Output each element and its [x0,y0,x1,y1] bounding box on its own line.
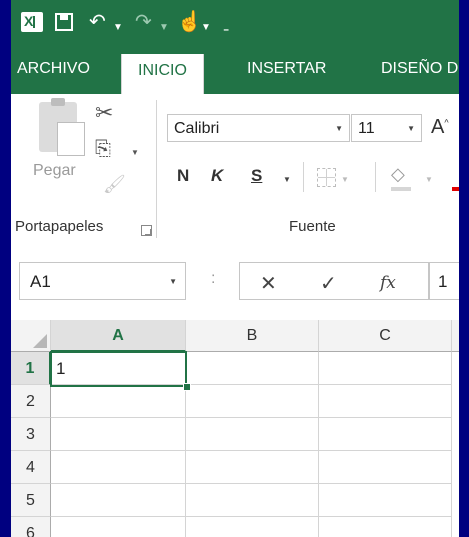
row-header-2[interactable]: 2 [11,385,51,418]
column-header-b[interactable]: B [186,320,319,352]
tab-insertar[interactable]: INSERTAR [247,60,326,78]
touch-dropdown-icon[interactable]: ▼ [201,18,211,38]
italic-button[interactable]: K [211,166,223,186]
chevron-down-icon: ▼ [407,124,415,133]
cell-c1[interactable] [319,352,452,385]
row-header-6[interactable]: 6 [11,517,51,537]
formula-bar-handle-icon[interactable]: : [211,270,215,288]
cell-b6[interactable] [186,517,319,537]
row-header-3[interactable]: 3 [11,418,51,451]
ribbon-separator [303,162,304,192]
fill-color-bar [391,187,411,191]
redo-icon[interactable]: ↷ [135,12,152,32]
formula-buttons: ✕ ✓ fx [239,262,429,300]
group-label-clipboard: Portapapeles [15,218,104,235]
formula-input[interactable]: 1 [429,262,459,300]
fill-handle[interactable] [183,383,191,391]
cell-a4[interactable] [51,451,186,484]
active-cell-border [50,351,187,387]
row-header-5[interactable]: 5 [11,484,51,517]
cell-b1[interactable] [186,352,319,385]
cancel-icon[interactable]: ✕ [260,271,277,296]
formula-input-value: 1 [438,272,448,291]
cell-c5[interactable] [319,484,452,517]
chevron-down-icon: ▼ [335,124,343,133]
enter-icon[interactable]: ✓ [320,271,337,296]
ribbon-tabs: ARCHIVO INICIO INSERTAR DISEÑO D [11,50,459,96]
cell-b3[interactable] [186,418,319,451]
paste-document-icon [57,122,85,156]
underline-dropdown-icon[interactable]: ▼ [283,175,291,184]
font-name-select[interactable]: Calibri ▼ [167,114,350,142]
borders-icon[interactable] [317,168,336,187]
column-header-c[interactable]: C [319,320,452,352]
select-all-button[interactable] [11,320,51,352]
ribbon-separator [375,162,376,192]
cell-c6[interactable] [319,517,452,537]
cut-icon[interactable]: ✂ [95,100,113,126]
tab-diseno[interactable]: DISEÑO D [381,60,458,78]
font-size-value: 11 [358,120,375,137]
font-color-icon[interactable] [452,187,459,191]
cell-c4[interactable] [319,451,452,484]
undo-icon[interactable]: ↶ [89,12,106,32]
tab-inicio[interactable]: INICIO [121,54,204,96]
bold-button[interactable]: N [177,166,189,186]
excel-window: X ↶ ▼ ↷ ▼ ☝ ▼ ₌ ARCHIVO INICIO INSERTAR … [11,0,459,537]
cell-b5[interactable] [186,484,319,517]
row-header-1[interactable]: 1 [11,352,51,385]
quick-access-toolbar: X ↶ ▼ ↷ ▼ ☝ ▼ ₌ [11,0,459,50]
dialog-launcher-icon[interactable] [141,225,152,236]
formula-bar: A1 ▼ : ✕ ✓ fx 1 [11,244,459,320]
paste-label: Pegar [33,162,76,179]
name-box-value: A1 [30,272,51,291]
cell-c2[interactable] [319,385,452,418]
column-header-a[interactable]: A [51,320,186,352]
cell-a6[interactable] [51,517,186,537]
customize-qat-icon[interactable]: ₌ [223,18,229,38]
copy-dropdown-icon[interactable]: ▼ [131,148,139,157]
format-painter-icon[interactable]: 🖌 [103,174,126,195]
worksheet-grid: A B C 1 2 3 4 5 6 1 [11,320,459,537]
cell-c3[interactable] [319,418,452,451]
underline-button[interactable]: S [251,166,262,186]
font-size-select[interactable]: 11 ▼ [351,114,422,142]
increase-font-size-icon[interactable]: A^ [431,116,449,139]
chevron-down-icon: ▼ [169,277,177,286]
copy-icon[interactable]: ⎘ [95,138,111,161]
ribbon: Pegar ✂ ⎘ ▼ 🖌 Calibri ▼ 11 ▼ A^ N K S ▼ … [11,94,459,245]
column-header-d[interactable] [452,320,459,352]
redo-dropdown-icon[interactable]: ▼ [159,18,169,38]
tab-archivo[interactable]: ARCHIVO [17,60,90,78]
name-box[interactable]: A1 ▼ [19,262,186,300]
font-name-value: Calibri [174,120,220,137]
touch-mode-icon[interactable]: ☝ [177,12,202,32]
cell-a5[interactable] [51,484,186,517]
excel-logo-icon[interactable]: X [21,12,43,32]
row-header-4[interactable]: 4 [11,451,51,484]
fill-color-dropdown-icon[interactable]: ▼ [425,175,433,184]
ribbon-separator [156,100,157,238]
cell-b2[interactable] [186,385,319,418]
borders-dropdown-icon[interactable]: ▼ [341,175,349,184]
cell-a3[interactable] [51,418,186,451]
fill-color-icon[interactable]: ◇ [391,164,405,185]
cell-b4[interactable] [186,451,319,484]
save-icon[interactable] [55,13,73,31]
undo-dropdown-icon[interactable]: ▼ [113,18,123,38]
group-label-font: Fuente [289,218,336,235]
insert-function-icon[interactable]: fx [380,273,396,293]
cell-a2[interactable] [51,385,186,418]
